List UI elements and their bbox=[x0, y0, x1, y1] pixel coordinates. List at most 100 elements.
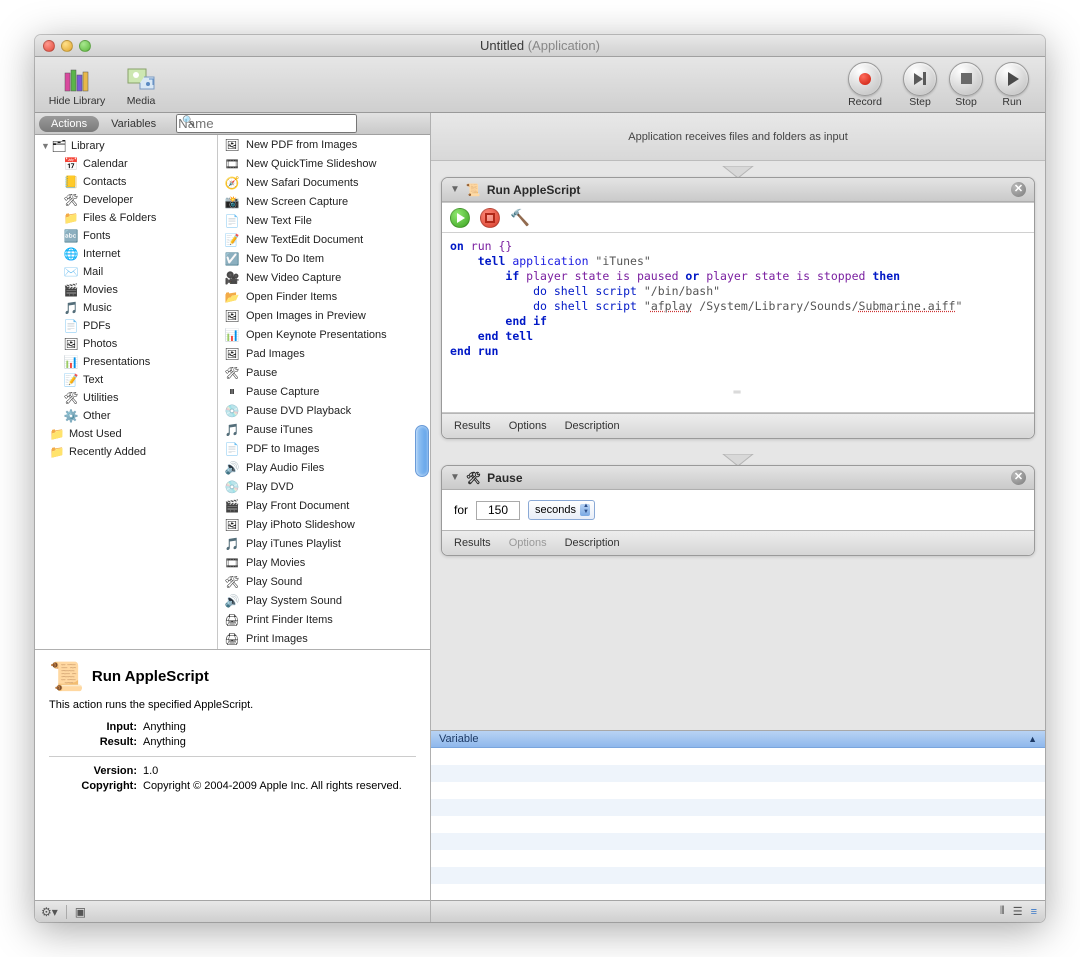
media-button[interactable]: Media bbox=[109, 63, 173, 107]
action-run-applescript[interactable]: ▼ 📜 Run AppleScript ✕ 🔨 on run {} tell a… bbox=[441, 177, 1035, 439]
action-list-item[interactable]: 💿Pause DVD Playback bbox=[218, 401, 430, 420]
tree-category[interactable]: 📝Text bbox=[35, 371, 217, 389]
action-label: Play Movies bbox=[246, 557, 305, 569]
columns-icon[interactable]: ⦀ bbox=[1000, 905, 1005, 918]
category-icon: 🔤 bbox=[63, 228, 79, 244]
tree-category[interactable]: 🎵Music bbox=[35, 299, 217, 317]
variables-panel[interactable]: Variable ▲ bbox=[431, 730, 1045, 900]
action-list-item[interactable]: 🔊Play Audio Files bbox=[218, 458, 430, 477]
stop-button[interactable]: Stop bbox=[943, 62, 989, 108]
hide-library-button[interactable]: Hide Library bbox=[45, 63, 109, 107]
footer-results[interactable]: Results bbox=[454, 537, 491, 549]
action-list-item[interactable]: 🖼Open Images in Preview bbox=[218, 306, 430, 325]
tree-recently-added[interactable]: 📁 Recently Added bbox=[35, 443, 217, 461]
action-list-item[interactable]: 🖨Print Finder Items bbox=[218, 610, 430, 629]
unit-select[interactable]: seconds ▲▼ bbox=[528, 500, 595, 520]
tree-category[interactable]: 📊Presentations bbox=[35, 353, 217, 371]
action-label: Pause Capture bbox=[246, 386, 319, 398]
action-list-item[interactable]: 🖼New PDF from Images bbox=[218, 135, 430, 154]
footer-description[interactable]: Description bbox=[565, 537, 620, 549]
search-input[interactable] bbox=[176, 114, 357, 133]
disclosure-triangle-icon[interactable]: ▼ bbox=[450, 472, 460, 483]
variables-header[interactable]: Variable ▲ bbox=[431, 731, 1045, 748]
category-tree[interactable]: ▼ 🗂 Library 📅Calendar📒Contacts🛠Developer… bbox=[35, 135, 218, 649]
tree-category[interactable]: ✉️Mail bbox=[35, 263, 217, 281]
action-list-item[interactable]: 🖨Print Images bbox=[218, 629, 430, 648]
action-list-item[interactable]: 💿Play DVD bbox=[218, 477, 430, 496]
action-list-item[interactable]: ☑️New To Do Item bbox=[218, 249, 430, 268]
run-button[interactable]: Run bbox=[989, 62, 1035, 108]
tree-category[interactable]: 🛠Developer bbox=[35, 191, 217, 209]
action-list-item[interactable]: 📊Open Keynote Presentations bbox=[218, 325, 430, 344]
action-label: New QuickTime Slideshow bbox=[246, 158, 376, 170]
titlebar[interactable]: Untitled (Application) bbox=[35, 35, 1045, 57]
sort-indicator-icon[interactable]: ▲ bbox=[1028, 734, 1037, 744]
tree-category[interactable]: 🛠Utilities bbox=[35, 389, 217, 407]
scrollbar-thumb[interactable] bbox=[415, 425, 429, 477]
tab-variables[interactable]: Variables bbox=[99, 116, 168, 132]
workflow-canvas[interactable]: ▼ 📜 Run AppleScript ✕ 🔨 on run {} tell a… bbox=[431, 161, 1045, 730]
record-button[interactable]: Record bbox=[833, 62, 897, 108]
action-list-item[interactable]: 📄New Text File bbox=[218, 211, 430, 230]
footer-description[interactable]: Description bbox=[565, 420, 620, 432]
action-list-item[interactable]: 📂Open Finder Items bbox=[218, 287, 430, 306]
footer-results[interactable]: Results bbox=[454, 420, 491, 432]
run-script-button[interactable] bbox=[450, 208, 470, 228]
action-list-item[interactable]: 🎞Play Movies bbox=[218, 553, 430, 572]
actions-list[interactable]: 🖼New PDF from Images🎞New QuickTime Slide… bbox=[218, 135, 430, 649]
action-list-item[interactable]: 🖼Pad Images bbox=[218, 344, 430, 363]
library-tabs: Actions Variables 🔍 bbox=[35, 113, 430, 135]
action-list-item[interactable]: 🎞New QuickTime Slideshow bbox=[218, 154, 430, 173]
compile-script-button[interactable]: 🔨 bbox=[510, 208, 530, 228]
tree-category[interactable]: 🔤Fonts bbox=[35, 227, 217, 245]
action-titlebar[interactable]: ▼ 📜 Run AppleScript ✕ bbox=[442, 178, 1034, 202]
resize-handle[interactable]: ═ bbox=[442, 387, 1034, 412]
category-icon: 🛠 bbox=[63, 390, 79, 406]
tree-category[interactable]: 📁Files & Folders bbox=[35, 209, 217, 227]
action-icon: 🖨 bbox=[224, 612, 240, 628]
tree-category[interactable]: 📒Contacts bbox=[35, 173, 217, 191]
footer-options[interactable]: Options bbox=[509, 420, 547, 432]
action-list-item[interactable]: ⏸Pause Capture bbox=[218, 382, 430, 401]
action-list-item[interactable]: 🔊Play System Sound bbox=[218, 591, 430, 610]
list-icon[interactable]: ☰ bbox=[1013, 905, 1023, 918]
gear-icon[interactable]: ⚙︎▾ bbox=[41, 905, 58, 919]
duration-input[interactable] bbox=[476, 501, 520, 520]
workflow-input-header[interactable]: Application receives files and folders a… bbox=[431, 113, 1045, 161]
action-list-item[interactable]: 🧭New Safari Documents bbox=[218, 173, 430, 192]
action-list-item[interactable]: 📸New Screen Capture bbox=[218, 192, 430, 211]
tree-root-label: Library bbox=[71, 140, 105, 152]
action-list-item[interactable]: 🎵Play iTunes Playlist bbox=[218, 534, 430, 553]
action-titlebar[interactable]: ▼ 🛠 Pause ✕ bbox=[442, 466, 1034, 490]
remove-action-button[interactable]: ✕ bbox=[1011, 182, 1026, 197]
stop-icon bbox=[949, 62, 983, 96]
tab-actions[interactable]: Actions bbox=[39, 116, 99, 132]
log-icon[interactable]: ≡ bbox=[1031, 906, 1037, 918]
disclosure-triangle-icon[interactable]: ▼ bbox=[450, 184, 460, 195]
tree-library-root[interactable]: ▼ 🗂 Library bbox=[35, 137, 217, 155]
tree-category[interactable]: 📅Calendar bbox=[35, 155, 217, 173]
action-list-item[interactable]: 🛠Pause bbox=[218, 363, 430, 382]
toggle-info-icon[interactable]: ▣ bbox=[75, 905, 86, 919]
tree-category[interactable]: 🖼Photos bbox=[35, 335, 217, 353]
tree-category[interactable]: 🌐Internet bbox=[35, 245, 217, 263]
tree-category[interactable]: 📄PDFs bbox=[35, 317, 217, 335]
remove-action-button[interactable]: ✕ bbox=[1011, 470, 1026, 485]
tree-category[interactable]: 🎬Movies bbox=[35, 281, 217, 299]
action-list-item[interactable]: 📝New TextEdit Document bbox=[218, 230, 430, 249]
media-label: Media bbox=[127, 95, 156, 107]
action-pause[interactable]: ▼ 🛠 Pause ✕ for seconds ▲▼ R bbox=[441, 465, 1035, 556]
variables-table-body[interactable] bbox=[431, 748, 1045, 900]
action-list-item[interactable]: 🎥New Video Capture bbox=[218, 268, 430, 287]
stop-script-button[interactable] bbox=[480, 208, 500, 228]
step-button[interactable]: Step bbox=[897, 62, 943, 108]
action-list-item[interactable]: 🖼Play iPhoto Slideshow bbox=[218, 515, 430, 534]
tree-most-used[interactable]: 📁 Most Used bbox=[35, 425, 217, 443]
tree-category[interactable]: ⚙️Other bbox=[35, 407, 217, 425]
action-list-item[interactable]: 🎵Pause iTunes bbox=[218, 420, 430, 439]
disclosure-triangle-icon[interactable]: ▼ bbox=[41, 141, 51, 151]
action-list-item[interactable]: 🛠Play Sound bbox=[218, 572, 430, 591]
action-list-item[interactable]: 📄PDF to Images bbox=[218, 439, 430, 458]
action-list-item[interactable]: 🎬Play Front Document bbox=[218, 496, 430, 515]
script-editor[interactable]: on run {} tell application "iTunes" if p… bbox=[442, 233, 1034, 393]
